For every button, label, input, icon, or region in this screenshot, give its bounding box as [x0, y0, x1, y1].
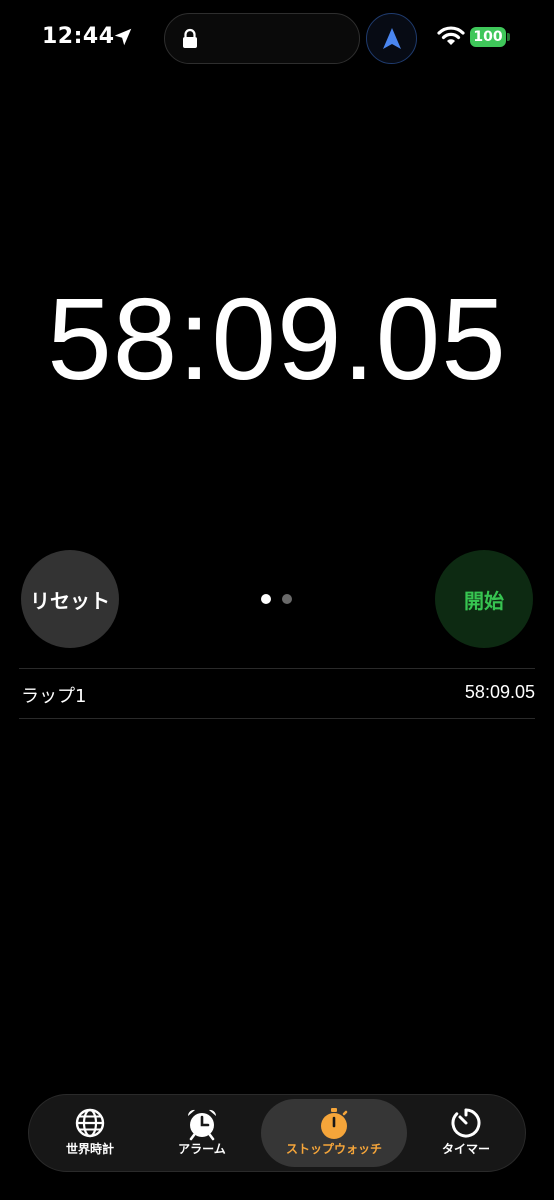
alarm-clock-icon — [187, 1109, 217, 1141]
globe-icon — [75, 1108, 105, 1138]
battery-tip — [507, 33, 510, 41]
stopwatch-icon — [321, 1108, 348, 1139]
tab-bar: 世界時計 アラーム ストップウォッチ タイマー — [28, 1094, 526, 1172]
tab-world-clock[interactable]: 世界時計 — [35, 1099, 145, 1167]
start-button[interactable]: 開始 — [435, 550, 533, 648]
lock-icon — [183, 28, 197, 48]
navigation-indicator[interactable] — [366, 13, 417, 64]
tab-label: ストップウォッチ — [285, 1142, 382, 1156]
page-indicator[interactable] — [260, 594, 300, 604]
lap-label: ラップ1 — [21, 686, 87, 707]
tab-label: 世界時計 — [65, 1142, 114, 1156]
timer-icon — [451, 1108, 481, 1138]
page-dot — [282, 594, 292, 604]
stopwatch-display: 58:09.05 — [47, 274, 507, 404]
dynamic-island[interactable] — [164, 13, 360, 64]
status-time: 12:44 — [42, 24, 115, 49]
lap-row: ラップ1 58:09.05 — [19, 669, 535, 717]
navigation-arrow-icon — [383, 28, 401, 49]
tab-label: タイマー — [441, 1142, 490, 1156]
lap-divider — [19, 718, 535, 719]
battery-indicator: 100 — [470, 27, 506, 47]
status-bar: 12:44 100 — [0, 0, 554, 80]
wifi-icon — [437, 26, 465, 45]
lap-time: 58:09.05 — [464, 682, 535, 702]
page-dot-active — [261, 594, 271, 604]
location-arrow-icon — [114, 28, 132, 46]
tab-stopwatch[interactable]: ストップウォッチ — [261, 1099, 407, 1167]
tab-alarm[interactable]: アラーム — [147, 1099, 257, 1167]
reset-button[interactable]: リセット — [21, 550, 119, 648]
tab-timer[interactable]: タイマー — [411, 1099, 521, 1167]
tab-label: アラーム — [178, 1142, 226, 1156]
